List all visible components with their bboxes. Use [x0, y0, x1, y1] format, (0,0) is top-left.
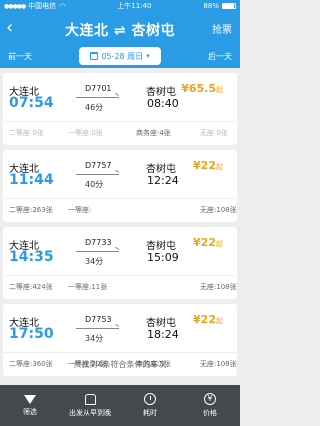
price-unit: 起: [216, 240, 223, 248]
divider: [3, 352, 237, 353]
seat-second-class: 二等座:263张: [9, 206, 53, 214]
destination-station: 杏树屯: [146, 164, 176, 175]
next-day-button[interactable]: 后一天: [208, 51, 232, 62]
train-card[interactable]: 大连北 07:54 D7701 46分 杏树屯 08:40 ¥65.5起 二等座…: [3, 73, 237, 145]
sort-departure-label: 出发从早到晚: [69, 408, 111, 417]
duration: 34分: [85, 257, 104, 266]
price-value: ¥22: [193, 313, 216, 326]
duration: 46分: [85, 103, 104, 112]
sort-departure-tab[interactable]: 出发从早到晚: [60, 385, 120, 426]
signal-icon: ●●●●●: [4, 2, 26, 10]
arrival-time: 15:09: [147, 251, 179, 264]
price-unit: 起: [216, 317, 223, 325]
train-number: D7757: [85, 161, 112, 170]
destination-station: 杏树屯: [146, 87, 176, 98]
divider: [3, 275, 237, 276]
train-card[interactable]: 大连北 11:44 D7757 40分 杏树屯 12:24 ¥22起 二等座:2…: [3, 150, 237, 222]
clock-icon: [144, 393, 156, 405]
page-title: 大连北 ⇌ 杏树屯: [65, 23, 175, 39]
sort-price-tab[interactable]: ¥ 价格: [180, 385, 240, 426]
route-arrow-icon: [76, 174, 119, 175]
train-number: D7701: [85, 84, 112, 93]
battery-icon: [221, 3, 236, 9]
train-card[interactable]: 大连北 14:35 D7733 34分 杏树屯 15:09 ¥22起 二等座:4…: [3, 227, 237, 299]
wifi-icon: ◠: [59, 2, 66, 10]
sort-duration-label: 耗时: [143, 409, 157, 417]
price-value: ¥22: [193, 159, 216, 172]
price-value: ¥65.5: [181, 82, 216, 95]
seat-standing: 无座:108张: [200, 206, 237, 214]
route-arrow-icon: [76, 328, 119, 329]
arrival-time: 08:40: [147, 97, 179, 110]
price: ¥65.5起: [181, 82, 223, 95]
seat-business-class: 商务座:4张: [136, 129, 171, 137]
seat-second-class: 二等座:424张: [9, 283, 53, 291]
divider: [3, 198, 237, 199]
destination-station: 杏树屯: [146, 241, 176, 252]
train-number: D7733: [85, 238, 112, 247]
top-bar: ‹ 大连北 ⇌ 杏树屯 抢票: [0, 12, 240, 46]
battery-percent: 88%: [203, 2, 219, 10]
seat-first-class: 一等座:11张: [68, 283, 108, 291]
train-icon: [84, 393, 96, 405]
price: ¥22起: [193, 159, 223, 172]
filter-label: 筛选: [23, 407, 37, 416]
arrival-time: 18:24: [147, 328, 179, 341]
previous-day-button[interactable]: 前一天: [8, 51, 32, 62]
status-left: ●●●●● 中国电信 ◠: [4, 1, 65, 11]
price-unit: 起: [216, 86, 223, 94]
filter-tab[interactable]: 筛选: [0, 385, 60, 426]
status-time: 上午11:40: [117, 2, 152, 10]
date-bar: 前一天 05-28 周日 ▾ 后一天: [0, 46, 240, 68]
seat-second-class: 二等座:0张: [9, 129, 44, 137]
departure-time: 14:35: [9, 249, 54, 265]
train-number: D7753: [85, 315, 112, 324]
price-value: ¥22: [193, 236, 216, 249]
price: ¥22起: [193, 236, 223, 249]
destination-station: 杏树屯: [146, 318, 176, 329]
seat-first-class: 一等座:0张: [68, 129, 103, 137]
seat-first-class: 一等座:: [68, 206, 92, 214]
seat-standing: 无座:0张: [200, 129, 228, 137]
filter-icon: [24, 394, 36, 404]
chevron-down-icon: ▾: [146, 52, 150, 60]
departure-time: 11:44: [9, 172, 54, 188]
price-icon: ¥: [204, 393, 216, 405]
price: ¥22起: [193, 313, 223, 326]
departure-time: 17:50: [9, 326, 54, 342]
date-value: 05-28 周日: [101, 51, 144, 61]
divider: [3, 121, 237, 122]
duration: 34分: [85, 334, 104, 343]
grab-ticket-button[interactable]: 抢票: [212, 21, 232, 36]
departure-time: 07:54: [9, 95, 54, 111]
result-summary: 共找到4条符合条件的车次: [73, 360, 167, 369]
calendar-icon: [90, 52, 99, 60]
sort-price-label: 价格: [203, 409, 217, 417]
price-unit: 起: [216, 163, 223, 171]
arrival-time: 12:24: [147, 174, 179, 187]
bottom-toolbar: 筛选 出发从早到晚 耗时 ¥ 价格: [0, 385, 240, 426]
carrier-name: 中国电信: [28, 2, 57, 10]
duration: 40分: [85, 180, 104, 189]
seat-standing: 无座:108张: [200, 283, 237, 291]
sort-duration-tab[interactable]: 耗时: [120, 385, 180, 426]
route-arrow-icon: [76, 97, 119, 98]
route-arrow-icon: [76, 251, 119, 252]
status-bar: ●●●●● 中国电信 ◠ 上午11:40 88%: [0, 0, 240, 12]
status-right: 88%: [203, 2, 236, 10]
date-selector[interactable]: 05-28 周日 ▾: [79, 47, 161, 65]
